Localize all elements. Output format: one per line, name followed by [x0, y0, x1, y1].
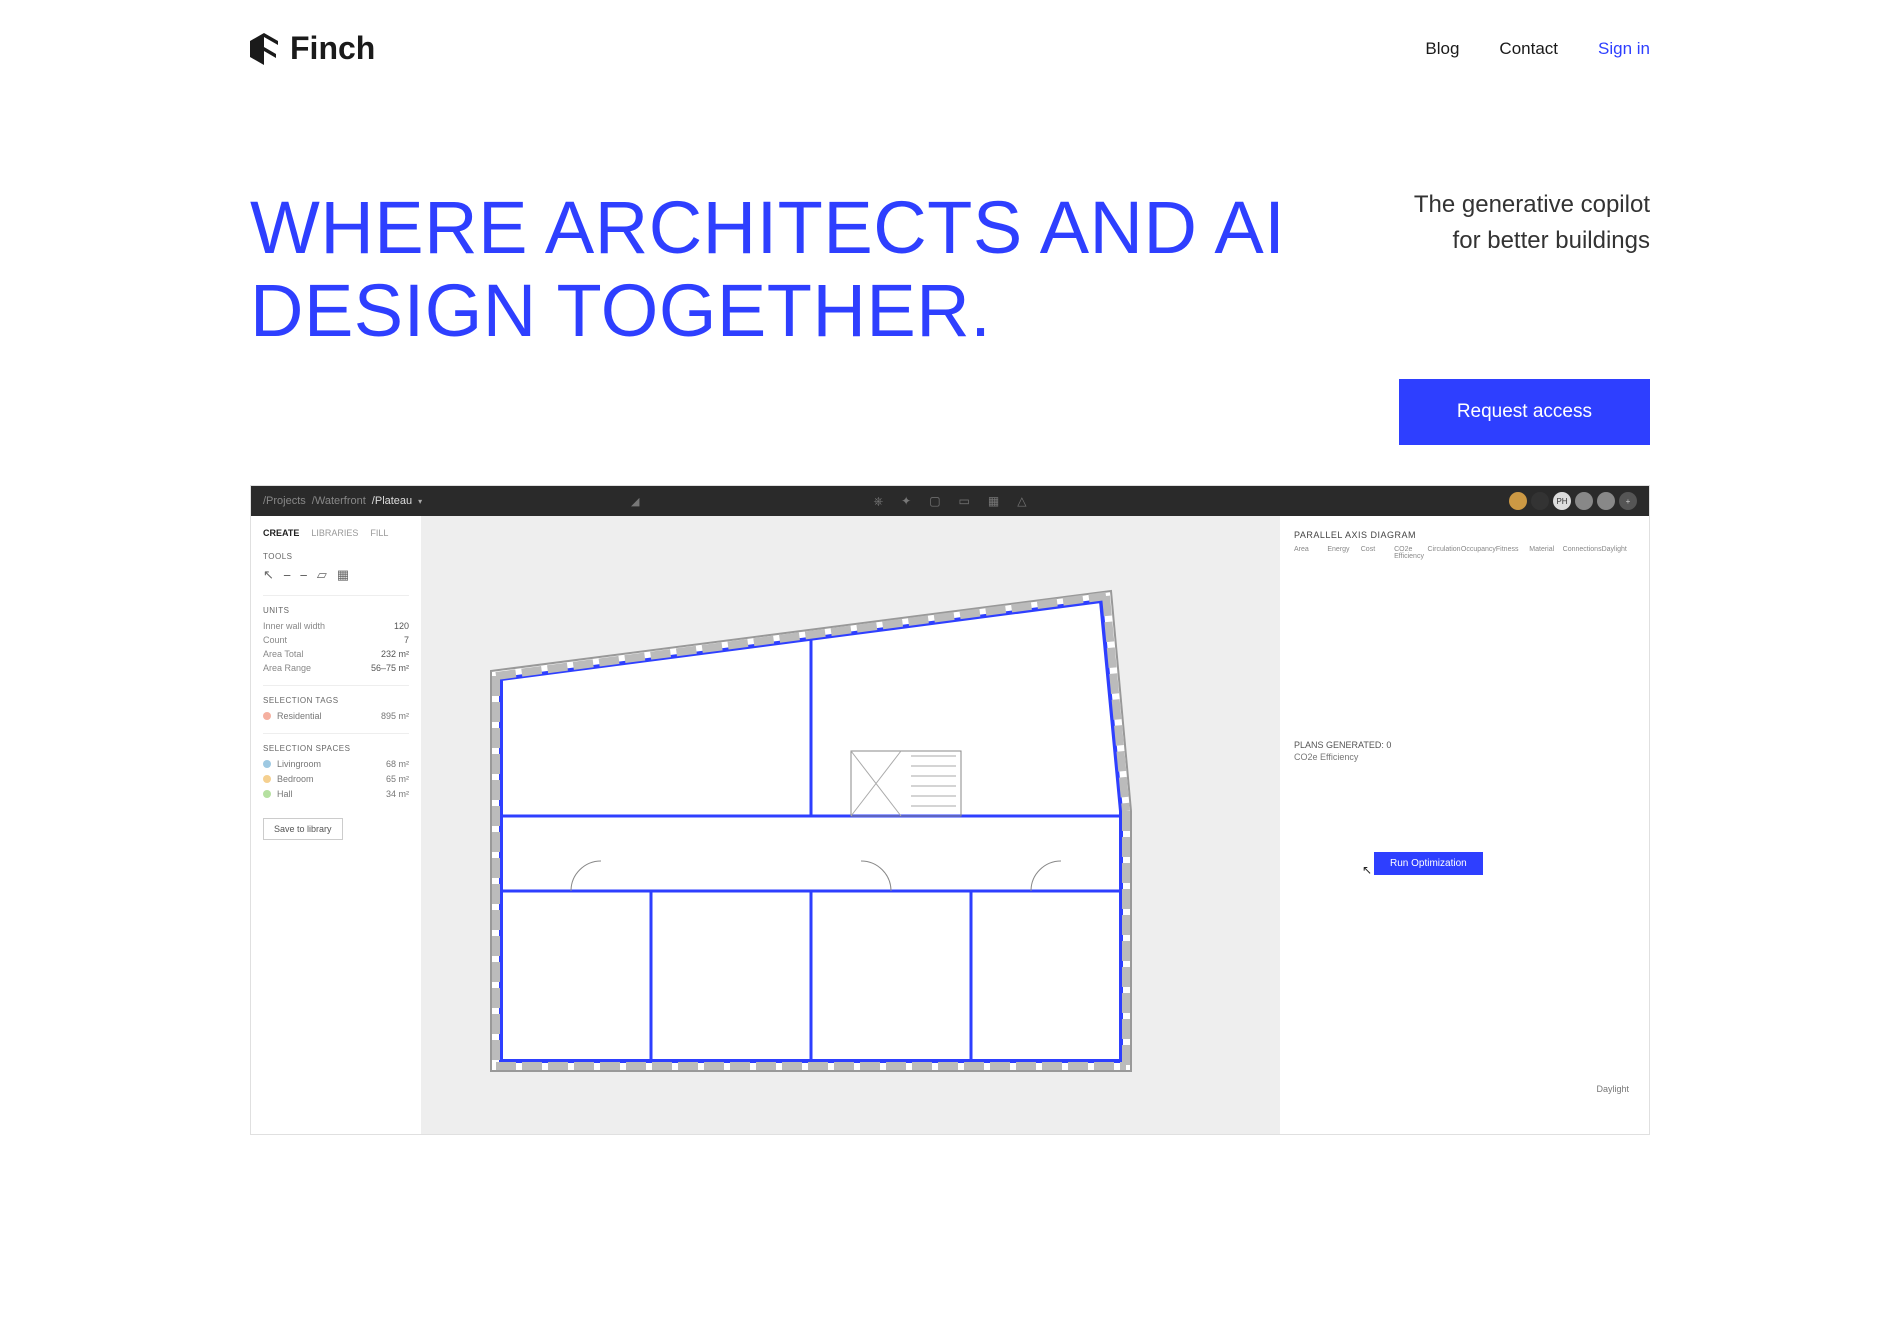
left-panel: CREATE LIBRARIES FILL TOOLS ↖ ⎯ ⎯ ▱ ▦ UN… — [251, 516, 421, 1134]
cursor-icon: ↖ — [1362, 863, 1372, 877]
network-icon[interactable]: ✦ — [901, 494, 911, 508]
space-row[interactable]: Hall 34 m² — [263, 789, 409, 799]
tab-create[interactable]: CREATE — [263, 528, 299, 538]
co2-label: CO2e Efficiency — [1294, 752, 1635, 762]
floorplan — [471, 571, 1151, 1091]
top-nav: Blog Contact Sign in — [1425, 39, 1650, 59]
pointer-tool-icon[interactable]: ↖ — [263, 567, 274, 583]
breadcrumb-projects[interactable]: /Projects — [263, 495, 306, 507]
space-dot-icon — [263, 760, 271, 768]
space-row[interactable]: Bedroom 65 m² — [263, 774, 409, 784]
axis-labels: Area Energy Cost CO2e Efficiency Circula… — [1294, 546, 1635, 560]
selection-tags-heading: SELECTION TAGS — [263, 685, 409, 705]
avatar[interactable] — [1509, 492, 1527, 510]
side-tabs: CREATE LIBRARIES FILL — [263, 528, 409, 538]
hero-subtitle-line1: The generative copilot — [1414, 187, 1650, 223]
tools-row: ↖ ⎯ ⎯ ▱ ▦ — [263, 567, 409, 583]
daylight-label: Daylight — [1596, 1084, 1629, 1094]
selection-spaces-heading: SELECTION SPACES — [263, 733, 409, 753]
tab-libraries[interactable]: LIBRARIES — [311, 528, 358, 538]
add-user-icon[interactable]: + — [1619, 492, 1637, 510]
hero-title: WHERE ARCHITECTS AND AI DESIGN TOGETHER. — [250, 187, 1350, 353]
hero-subtitle-line2: for better buildings — [1414, 223, 1650, 259]
avatar[interactable]: PH — [1553, 492, 1571, 510]
unit-row: Area Range56–75 m² — [263, 663, 409, 673]
user-avatars: PH + — [1509, 492, 1637, 510]
breadcrumb-plateau[interactable]: /Plateau — [372, 495, 412, 507]
page-tool-icon[interactable]: ▱ — [317, 567, 327, 583]
grid-icon[interactable]: ▦ — [988, 494, 999, 508]
unit-row: Count7 — [263, 635, 409, 645]
tools-heading: TOOLS — [263, 552, 409, 561]
pin-icon[interactable]: ⎈ — [874, 494, 884, 509]
app-preview: /Projects /Waterfront /Plateau ▾ ◢ ⎈ ✦ ▢… — [250, 485, 1650, 1135]
page-icon[interactable]: ▭ — [959, 494, 970, 508]
toolbar-icons: ⎈ ✦ ▢ ▭ ▦ △ — [874, 494, 1027, 509]
logo[interactable]: Finch — [250, 30, 375, 67]
parallel-axis-title: PARALLEL AXIS DIAGRAM — [1294, 530, 1635, 540]
shape-icon[interactable]: △ — [1017, 494, 1026, 508]
tag-dot-icon — [263, 712, 271, 720]
unit-row: Inner wall width120 — [263, 621, 409, 631]
grid-tool-icon[interactable]: ▦ — [337, 567, 349, 583]
space-row[interactable]: Livingroom 68 m² — [263, 759, 409, 769]
save-to-library-button[interactable]: Save to library — [263, 818, 343, 840]
tag-row[interactable]: Residential 895 m² — [263, 711, 409, 721]
avatar[interactable] — [1531, 492, 1549, 510]
plans-generated-label: PLANS GENERATED: 0 — [1294, 740, 1635, 750]
breadcrumb: /Projects /Waterfront /Plateau ▾ — [263, 495, 422, 507]
chevron-down-icon[interactable]: ▾ — [418, 497, 422, 506]
site-header: Finch Blog Contact Sign in — [250, 30, 1650, 67]
run-optimization-button[interactable]: ↖ Run Optimization — [1374, 852, 1483, 875]
space-dot-icon — [263, 790, 271, 798]
finch-logo-icon — [250, 33, 278, 65]
unit-row: Area Total232 m² — [263, 649, 409, 659]
units-heading: UNITS — [263, 595, 409, 615]
breadcrumb-waterfront[interactable]: /Waterfront — [312, 495, 366, 507]
avatar[interactable] — [1575, 492, 1593, 510]
app-topbar: /Projects /Waterfront /Plateau ▾ ◢ ⎈ ✦ ▢… — [251, 486, 1649, 516]
hero: WHERE ARCHITECTS AND AI DESIGN TOGETHER.… — [250, 187, 1650, 445]
avatar[interactable] — [1597, 492, 1615, 510]
nav-blog[interactable]: Blog — [1425, 39, 1459, 59]
tab-fill[interactable]: FILL — [370, 528, 388, 538]
right-panel: PARALLEL AXIS DIAGRAM Area Energy Cost C… — [1279, 516, 1649, 1134]
nav-contact[interactable]: Contact — [1499, 39, 1558, 59]
nav-signin[interactable]: Sign in — [1598, 39, 1650, 59]
request-access-button[interactable]: Request access — [1399, 379, 1650, 445]
logo-text: Finch — [290, 30, 375, 67]
hero-subtitle: The generative copilot for better buildi… — [1414, 187, 1650, 259]
line-tool-icon[interactable]: ⎯ — [284, 567, 291, 583]
space-dot-icon — [263, 775, 271, 783]
topbar-logo-icon: ◢ — [631, 495, 639, 508]
dash-tool-icon[interactable]: ⎯ — [300, 567, 307, 583]
screen-icon[interactable]: ▢ — [929, 494, 940, 508]
canvas[interactable] — [421, 516, 1279, 1134]
